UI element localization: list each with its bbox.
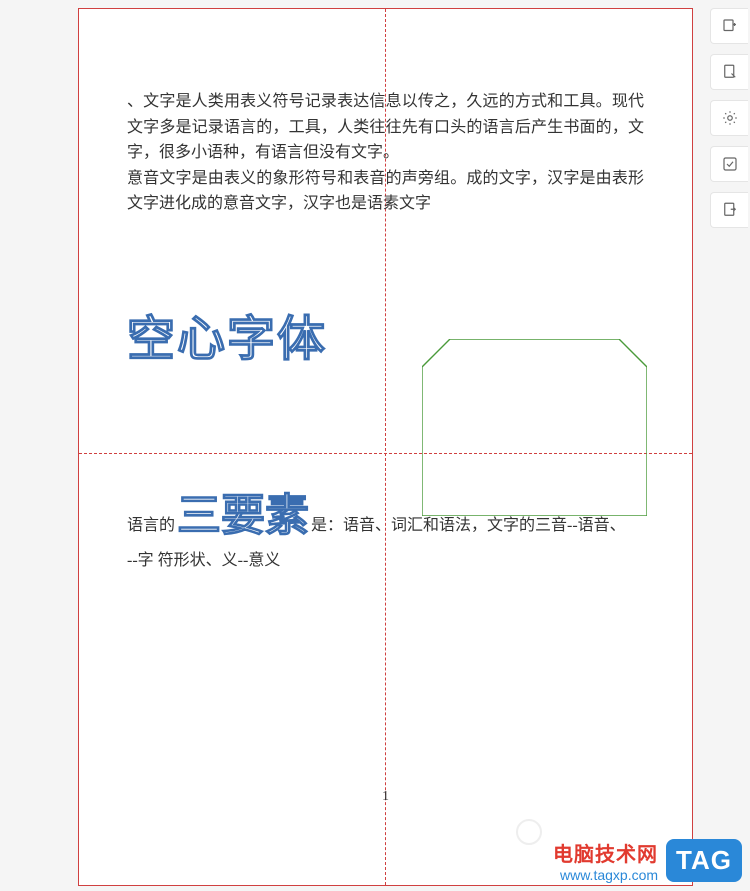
content-area: 、文字是人类用表义符号记录表达信息以传之，久远的方式和工具。现代文字多是记录语言… bbox=[127, 89, 644, 217]
tool-settings-icon bbox=[721, 109, 739, 127]
outlined-text-1: 空心字体 bbox=[127, 299, 327, 369]
watermark-line1: 电脑技术网 bbox=[553, 838, 658, 867]
tool-export-icon bbox=[721, 201, 739, 219]
watermark: 电脑技术网 www.tagxp.com TAG bbox=[553, 838, 742, 883]
tool-edit-button[interactable] bbox=[710, 54, 748, 90]
tag-badge: TAG bbox=[666, 839, 742, 882]
paragraph-1: 、文字是人类用表义符号记录表达信息以传之，久远的方式和工具。现代文字多是记录语言… bbox=[127, 89, 644, 166]
tool-add-button[interactable] bbox=[710, 8, 748, 44]
tool-settings-button[interactable] bbox=[710, 100, 748, 136]
tool-export-button[interactable] bbox=[710, 192, 748, 228]
green-shape bbox=[422, 339, 647, 516]
document-page: 、文字是人类用表义符号记录表达信息以传之，久远的方式和工具。现代文字多是记录语言… bbox=[78, 8, 693, 886]
paragraph-2: 意音文字是由表义的象形符号和表音的声旁组。成的文字，汉字是由表形文字进化成的意音… bbox=[127, 166, 644, 217]
line-2-wrap: 语言的 三要素 是：语音、词汇和语法，文字的三音--语音、 --字 符形状、义-… bbox=[127, 494, 644, 576]
tool-check-icon bbox=[721, 155, 739, 173]
tool-edit-icon bbox=[721, 63, 739, 81]
workspace: 、文字是人类用表义符号记录表达信息以传之，久远的方式和工具。现代文字多是记录语言… bbox=[0, 0, 750, 891]
outlined-text-2: 三要素 bbox=[177, 494, 309, 538]
line2-suffix: 是：语音、词汇和语法，文字的三音--语音、 bbox=[311, 512, 626, 541]
line2-prefix: 语言的 bbox=[127, 512, 175, 541]
line3-text: --字 符形状、义--意义 bbox=[127, 547, 644, 576]
tool-check-button[interactable] bbox=[710, 146, 748, 182]
faint-logo-circle bbox=[516, 819, 542, 845]
tool-add-icon bbox=[721, 17, 739, 35]
page-number: 1 bbox=[382, 789, 389, 805]
watermark-text: 电脑技术网 www.tagxp.com bbox=[553, 838, 658, 883]
right-toolbar bbox=[710, 8, 750, 228]
watermark-line2: www.tagxp.com bbox=[560, 867, 658, 883]
